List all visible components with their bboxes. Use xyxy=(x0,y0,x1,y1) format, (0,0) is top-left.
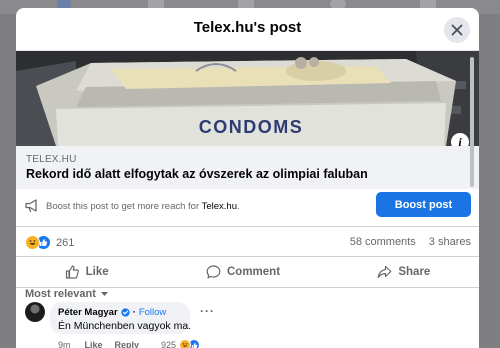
boost-page-name: Telex.hu xyxy=(201,201,237,212)
comment-meta: 9m Like Reply 925 xyxy=(58,339,201,348)
comment-reply-link[interactable]: Reply xyxy=(115,340,140,348)
modal-title: Telex.hu's post xyxy=(193,19,302,36)
shares-count[interactable]: 3 shares xyxy=(429,236,471,248)
post-actions: Like Comment Share xyxy=(16,256,479,288)
comment-author-line: Péter Magyar · Follow xyxy=(58,307,166,318)
boost-row: Boost this post to get more reach for Te… xyxy=(16,189,479,227)
info-button[interactable]: i xyxy=(451,133,469,146)
link-meta[interactable]: TELEX.HU Rekord idő alatt elfogytak az ó… xyxy=(16,146,479,189)
link-domain: TELEX.HU xyxy=(26,154,77,165)
follow-link[interactable]: Follow xyxy=(139,307,166,318)
caret-down-icon xyxy=(100,292,108,296)
comments-count[interactable]: 58 comments xyxy=(350,236,416,248)
comment-share-counts: 58 comments 3 shares xyxy=(350,236,471,248)
post-content[interactable]: CONDOMS i TELEX.HU Rekord idő alatt elfo… xyxy=(16,51,479,348)
haha-icon xyxy=(179,339,192,348)
close-button[interactable] xyxy=(444,17,470,43)
thumbs-up-icon xyxy=(65,265,79,279)
comment-time[interactable]: 9m xyxy=(58,340,71,348)
share-icon xyxy=(377,265,392,279)
comment-button[interactable]: Comment xyxy=(196,265,290,279)
more-options-button[interactable]: ··· xyxy=(200,304,215,318)
share-label: Share xyxy=(398,266,431,278)
boost-text-suffix: . xyxy=(237,201,240,212)
modal-header: Telex.hu's post xyxy=(16,8,479,51)
like-button[interactable]: Like xyxy=(55,265,119,279)
reaction-summary[interactable]: 261 xyxy=(25,235,74,250)
comment-reaction-count: 925 xyxy=(161,340,177,348)
avatar[interactable] xyxy=(25,302,45,322)
megaphone-icon xyxy=(25,199,37,212)
share-button[interactable]: Share xyxy=(367,265,440,279)
condom-box-image: CONDOMS xyxy=(16,51,479,146)
haha-icon xyxy=(25,235,40,250)
separator-dot: · xyxy=(132,307,136,318)
boost-description: Boost this post to get more reach for Te… xyxy=(46,201,240,212)
info-icon: i xyxy=(458,134,462,147)
comment-item: Péter Magyar · Follow Én Münchenben vagy… xyxy=(25,302,465,348)
like-label: Like xyxy=(85,266,109,278)
scrollbar[interactable] xyxy=(470,57,474,187)
boost-post-button[interactable]: Boost post xyxy=(376,192,471,217)
post-modal: Telex.hu's post CONDOMS i TELEX.HU Rekor… xyxy=(16,8,479,348)
sort-label: Most relevant xyxy=(25,288,96,300)
reaction-count: 261 xyxy=(56,236,75,249)
comment-label: Comment xyxy=(227,266,281,278)
comment-author[interactable]: Péter Magyar xyxy=(58,307,118,318)
engagement-stats: 261 58 comments 3 shares xyxy=(16,227,479,255)
comment-sort-dropdown[interactable]: Most relevant xyxy=(25,288,109,300)
link-preview-image[interactable]: CONDOMS i xyxy=(16,51,479,146)
comment-reactions[interactable]: 925 xyxy=(161,339,201,348)
comment-bubble: Péter Magyar · Follow Én Münchenben vagy… xyxy=(50,302,192,334)
boost-text-prefix: Boost this post to get more reach for xyxy=(46,201,202,212)
comment-like-link[interactable]: Like xyxy=(85,340,103,348)
link-title[interactable]: Rekord idő alatt elfogytak az óvszerek a… xyxy=(26,167,368,181)
verified-badge-icon xyxy=(121,308,130,317)
comment-icon xyxy=(206,265,221,279)
box-label: CONDOMS xyxy=(199,117,304,137)
close-icon xyxy=(451,24,463,36)
comment-text: Én Münchenben vagyok ma. xyxy=(58,320,192,332)
